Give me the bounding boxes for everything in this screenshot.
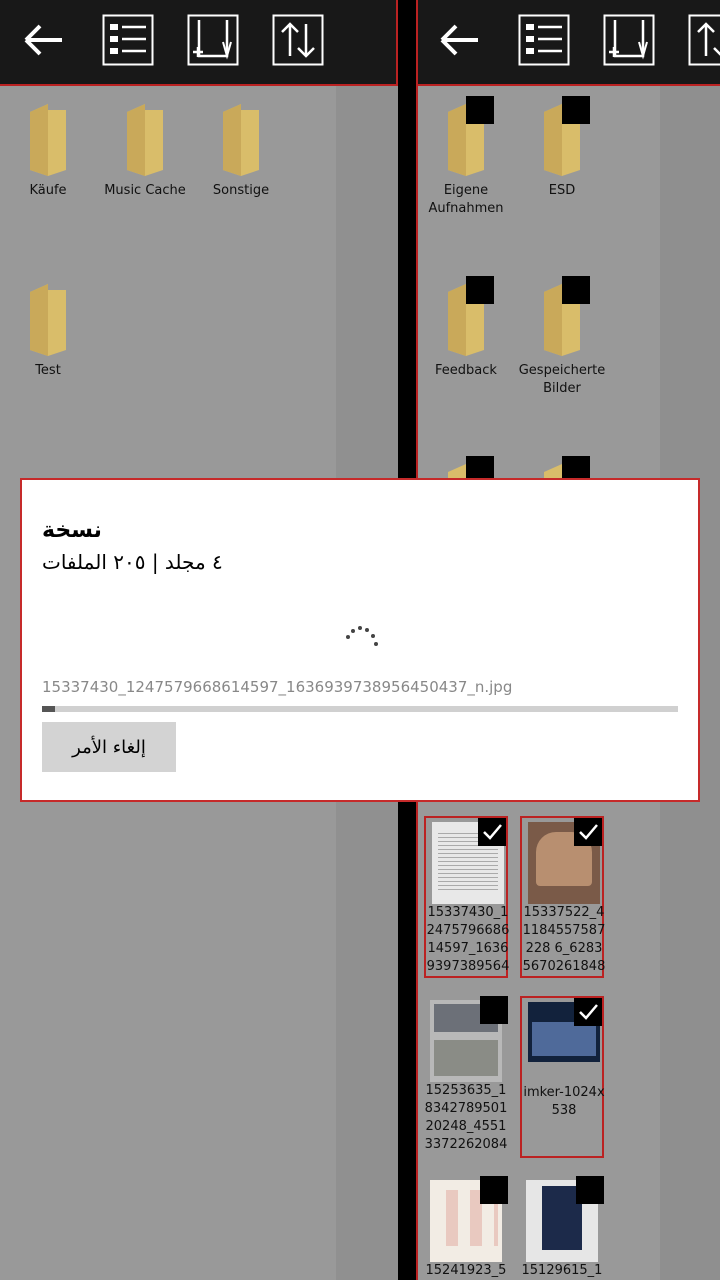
loading-spinner-icon [346,626,378,646]
new-item-icon[interactable] [603,14,655,66]
left-toolbar [0,0,398,86]
selection-checkbox[interactable] [466,276,494,304]
folder-name: Music Cache [104,183,186,198]
folder-icon [30,104,66,176]
folder-icon [223,104,259,176]
selection-checkbox[interactable] [562,276,590,304]
folder-item[interactable]: Music Cache [97,104,193,200]
selection-checkbox[interactable] [480,1176,508,1204]
sort-icon[interactable] [688,14,720,66]
checked-checkbox[interactable] [574,998,602,1026]
file-item[interactable]: 15129615_10 [520,1176,604,1280]
folder-name: Sonstige [212,183,270,198]
folder-item[interactable]: Käufe [0,104,96,200]
copy-progress-dialog: نسخة ٤ مجلد | ٢٠٥ الملفات 15337430_12475… [20,478,700,802]
new-item-icon[interactable] [187,14,239,66]
current-file-name: 15337430_1247579668614597_16369397389564… [42,678,513,696]
checked-checkbox[interactable] [574,818,602,846]
right-toolbar [418,0,720,86]
folder-item[interactable]: Gespeicherte Bilder [514,276,610,398]
folder-item[interactable]: Test [0,284,96,380]
checked-checkbox[interactable] [478,818,506,846]
list-view-icon[interactable] [518,14,570,66]
list-view-icon[interactable] [102,14,154,66]
file-name: 15253635_1834278950120248_45513372262084… [424,1083,508,1152]
file-name: 15337430_1247579668614597_16369397389564… [426,905,510,974]
file-item[interactable]: 15253635_1834278950120248_45513372262084… [424,996,508,1158]
selection-checkbox[interactable] [576,1176,604,1204]
folder-name: Test [35,363,61,378]
file-item[interactable]: 15241923_53 [424,1176,508,1280]
folder-name: Käufe [29,183,67,198]
cancel-button[interactable]: إلغاء الأمر [42,722,176,772]
selection-checkbox[interactable] [480,996,508,1024]
folder-icon [127,104,163,176]
folder-item[interactable]: Feedback [418,276,514,380]
file-item[interactable]: 15337430_1247579668614597_16369397389564… [424,816,510,978]
folder-item[interactable]: ESD [514,96,610,200]
file-name: 15129615_10 [521,1263,603,1278]
folder-name: Eigene Aufnahmen [428,183,504,216]
sort-icon[interactable] [272,14,324,66]
folder-item[interactable]: Sonstige [193,104,289,200]
file-item[interactable]: 15337522_41184557587228 6_62835670261848… [520,816,606,978]
folder-name: ESD [548,183,576,198]
dialog-title: نسخة [42,518,102,543]
folder-item[interactable]: Eigene Aufnahmen [418,96,514,218]
back-arrow-icon[interactable] [434,14,486,66]
selection-checkbox[interactable] [466,96,494,124]
folder-name: Feedback [435,363,497,378]
file-item[interactable]: imker-1024x538 [520,996,605,1158]
file-name: 15241923_53 [425,1263,507,1278]
folder-name: Gespeicherte Bilder [518,363,606,396]
back-arrow-icon[interactable] [18,14,70,66]
file-name: 15337522_41184557587228 6_62835670261848… [522,905,606,974]
dialog-subtitle: ٤ مجلد | ٢٠٥ الملفات [42,550,223,574]
file-name: imker-1024x538 [523,1085,605,1118]
copy-progress-bar [42,706,678,712]
folder-icon [30,284,66,356]
progress-fill [42,706,55,712]
selection-checkbox[interactable] [562,96,590,124]
